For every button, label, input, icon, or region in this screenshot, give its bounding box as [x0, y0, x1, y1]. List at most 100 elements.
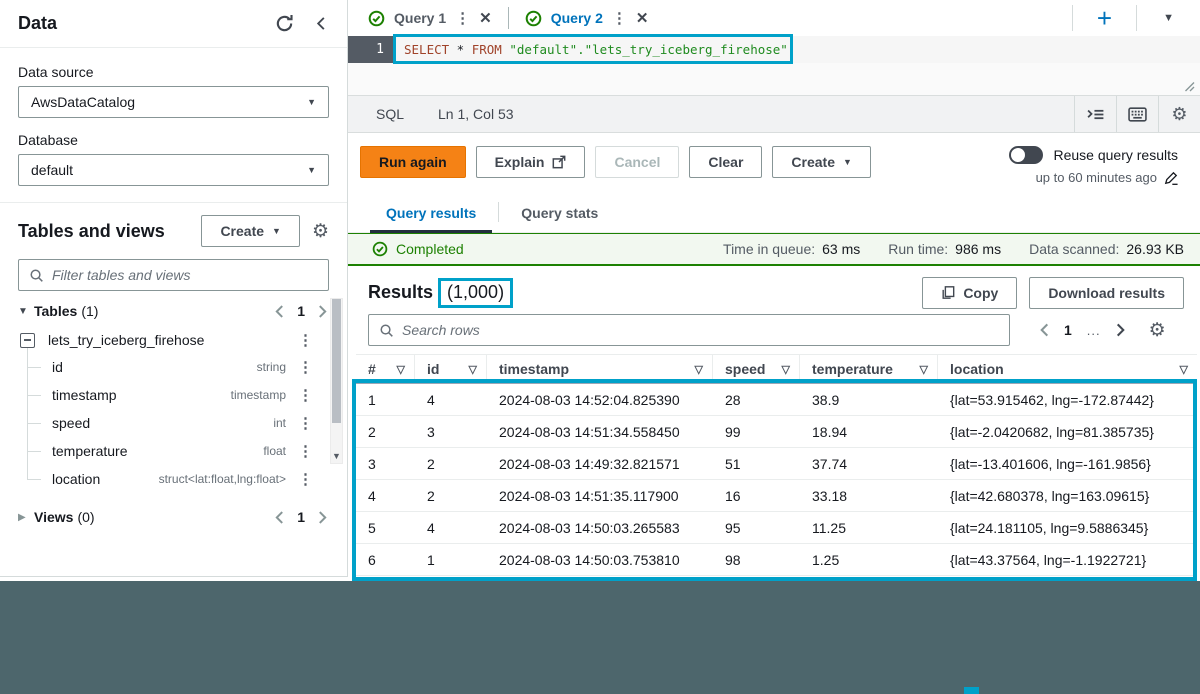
table-column-row[interactable]: timestamp timestamp ⋮ — [0, 381, 347, 409]
table-column-row[interactable]: id string ⋮ — [0, 353, 347, 381]
collapse-panel-icon[interactable] — [314, 16, 329, 31]
reuse-toggle[interactable] — [1009, 146, 1043, 164]
kebab-menu-icon[interactable]: ⋮ — [298, 416, 313, 431]
gear-icon[interactable]: ⚙ — [312, 222, 329, 241]
column-header[interactable]: id ▽ — [415, 355, 487, 383]
chevron-left-icon[interactable] — [1040, 323, 1049, 337]
copy-button[interactable]: Copy — [922, 277, 1017, 309]
scrollbar-down-arrow-icon[interactable]: ▼ — [331, 451, 342, 461]
views-page-number: 1 — [297, 509, 305, 525]
table-row[interactable]: 5 4 2024-08-03 14:50:03.265583 95 11.25 … — [356, 512, 1197, 544]
refresh-icon[interactable] — [275, 14, 294, 33]
download-results-button[interactable]: Download results — [1029, 277, 1184, 309]
column-header[interactable]: timestamp ▽ — [487, 355, 713, 383]
database-select[interactable]: default ▼ — [18, 154, 329, 186]
chevron-left-icon[interactable] — [275, 305, 284, 318]
table-column-row[interactable]: temperature float ⋮ — [0, 437, 347, 465]
tab-query-1[interactable]: Query 1 ⋮ ✕ — [362, 9, 498, 27]
close-icon[interactable]: ✕ — [636, 9, 649, 27]
run-again-button[interactable]: Run again — [360, 146, 466, 178]
chevron-left-icon[interactable] — [275, 511, 284, 524]
explain-button[interactable]: Explain — [476, 146, 586, 178]
table-column-row[interactable]: location struct<lat:float,lng:float> ⋮ — [0, 465, 347, 493]
filter-tables-input[interactable] — [52, 267, 318, 283]
table-row[interactable]: 1 4 2024-08-03 14:52:04.825390 28 38.9 {… — [356, 384, 1197, 416]
close-icon[interactable]: ✕ — [479, 9, 492, 27]
caret-collapsed-icon[interactable]: ▶ — [18, 512, 34, 523]
tables-pagination: 1 — [275, 303, 327, 319]
gear-icon[interactable]: ⚙ — [1149, 321, 1166, 340]
views-section-row: ▶ Views (0) 1 — [0, 497, 347, 533]
column-header[interactable]: speed ▽ — [713, 355, 800, 383]
sidebar-scrollbar[interactable]: ▼ — [330, 298, 343, 464]
explain-label: Explain — [495, 154, 545, 170]
metric-label: Data scanned: — [1029, 241, 1119, 257]
table-row[interactable]: 2 3 2024-08-03 14:51:34.558450 99 18.94 … — [356, 416, 1197, 448]
cell-location: {lat=53.915462, lng=-172.87442} — [938, 384, 1197, 415]
table-tree-item[interactable]: lets_try_iceberg_firehose ⋮ — [0, 327, 347, 353]
cell-temperature: 37.74 — [800, 448, 938, 479]
results-table: # ▽ id ▽ timestamp ▽ speed ▽ temperature… — [356, 354, 1197, 576]
sql-editor[interactable]: 1 SELECT * FROM "default"."lets_try_iceb… — [348, 36, 1200, 95]
clear-button[interactable]: Clear — [689, 146, 762, 178]
table-row[interactable]: 3 2 2024-08-03 14:49:32.821571 51 37.74 … — [356, 448, 1197, 480]
chevron-right-icon[interactable] — [318, 511, 327, 524]
kebab-menu-icon[interactable]: ⋮ — [612, 11, 627, 26]
database-value: default — [31, 162, 73, 178]
kebab-menu-icon[interactable]: ⋮ — [455, 11, 470, 26]
create-query-label: Create — [791, 154, 835, 170]
main-panel: Query 1 ⋮ ✕ Query 2 ⋮ ✕ + ▼ — [348, 0, 1200, 581]
tab-query-2[interactable]: Query 2 ⋮ ✕ — [519, 9, 655, 27]
scrollbar-thumb[interactable] — [332, 299, 341, 423]
editor-resize-handle[interactable] — [1183, 80, 1195, 92]
sql-star: * — [449, 42, 472, 57]
edit-pencil-icon[interactable] — [1164, 171, 1178, 185]
tab-query-stats[interactable]: Query stats — [505, 197, 614, 232]
kebab-menu-icon[interactable]: ⋮ — [298, 388, 313, 403]
column-filter-icon[interactable]: ▽ — [774, 363, 790, 376]
chevron-right-icon[interactable] — [1116, 323, 1125, 337]
collapse-minus-icon[interactable] — [20, 333, 35, 348]
cell-timestamp: 2024-08-03 14:51:34.558450 — [487, 416, 713, 447]
tab-query-results[interactable]: Query results — [370, 197, 492, 232]
cell-row-number: 6 — [356, 544, 415, 575]
app-window: Data Data source AwsDataCatalog ▼ Databa… — [0, 0, 1200, 581]
column-header[interactable]: # ▽ — [356, 355, 415, 383]
metric-value: 26.93 KB — [1126, 241, 1184, 257]
search-rows-input[interactable] — [402, 322, 999, 338]
column-header[interactable]: location ▽ — [938, 355, 1197, 383]
cancel-button[interactable]: Cancel — [595, 146, 679, 178]
caret-expanded-icon[interactable]: ▼ — [18, 306, 34, 317]
table-row[interactable]: 6 1 2024-08-03 14:50:03.753810 98 1.25 {… — [356, 544, 1197, 576]
create-button[interactable]: Create ▼ — [201, 215, 300, 247]
column-filter-icon[interactable]: ▽ — [461, 363, 477, 376]
column-header-label: location — [950, 361, 1004, 377]
data-source-select[interactable]: AwsDataCatalog ▼ — [18, 86, 329, 118]
create-query-button[interactable]: Create ▼ — [772, 146, 871, 178]
kebab-menu-icon[interactable]: ⋮ — [298, 360, 313, 375]
format-query-icon[interactable] — [1074, 96, 1116, 132]
keyboard-shortcuts-icon[interactable] — [1116, 96, 1158, 132]
column-filter-icon[interactable]: ▽ — [912, 363, 928, 376]
new-query-tab-button[interactable]: + — [1073, 5, 1136, 31]
query-tabbar: Query 1 ⋮ ✕ Query 2 ⋮ ✕ + ▼ — [348, 0, 1200, 36]
table-row[interactable]: 4 2 2024-08-03 14:51:35.117900 16 33.18 … — [356, 480, 1197, 512]
kebab-menu-icon[interactable]: ⋮ — [298, 472, 313, 487]
column-header[interactable]: temperature ▽ — [800, 355, 938, 383]
cell-temperature: 33.18 — [800, 480, 938, 511]
views-pagination: 1 — [275, 509, 327, 525]
chevron-right-icon[interactable] — [318, 305, 327, 318]
kebab-menu-icon[interactable]: ⋮ — [298, 333, 313, 348]
kebab-menu-icon[interactable]: ⋮ — [298, 444, 313, 459]
copy-label: Copy — [963, 285, 998, 301]
results-page-number: 1 — [1064, 322, 1072, 338]
gear-icon[interactable]: ⚙ — [1158, 96, 1200, 132]
column-filter-icon[interactable]: ▽ — [389, 363, 405, 376]
reuse-note: up to 60 minutes ago — [1036, 170, 1157, 185]
column-filter-icon[interactable]: ▽ — [1172, 363, 1188, 376]
table-column-row[interactable]: speed int ⋮ — [0, 409, 347, 437]
column-type: string — [257, 360, 298, 374]
tab-list-caret-icon[interactable]: ▼ — [1137, 13, 1200, 24]
sql-semicolon: ; — [788, 42, 796, 57]
column-filter-icon[interactable]: ▽ — [687, 363, 703, 376]
